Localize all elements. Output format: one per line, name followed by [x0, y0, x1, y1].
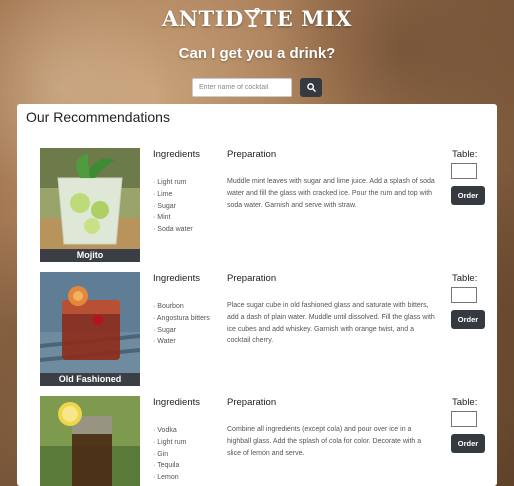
ingredient-item: · Lime — [153, 190, 173, 198]
ingredients-heading: Ingredients — [153, 397, 201, 408]
order-button[interactable]: Order — [451, 310, 485, 329]
ingredients-heading: Ingredients — [153, 273, 201, 284]
table-label: Table: — [452, 149, 478, 160]
ingredient-item: · Vodka — [153, 427, 177, 434]
preparation-heading: Preparation — [227, 273, 277, 284]
ingredient-item: · Angostura bitters — [153, 314, 210, 322]
search-icon — [306, 80, 316, 95]
preparation-heading: Preparation — [227, 397, 277, 408]
ingredients-list: · Light rum · Lime · Sugar · Mint · Soda… — [153, 177, 213, 236]
drink-photo[interactable] — [40, 396, 140, 486]
table-label: Table: — [452, 397, 478, 408]
preparation-heading: Preparation — [227, 149, 277, 160]
ingredient-item: · Lemon — [153, 474, 179, 482]
recommendations-panel: Our Recommendations Mojito Ingredients P… — [17, 104, 497, 486]
logo-text-end: TE MIX — [260, 6, 352, 31]
table-label: Table: — [452, 273, 478, 284]
cocktail-glass-icon — [243, 7, 261, 33]
search-bar — [192, 78, 322, 97]
ingredient-item: · Water — [153, 338, 176, 346]
drink-photo[interactable]: Mojito — [40, 148, 140, 262]
ingredient-item: · Light rum — [153, 438, 187, 446]
tagline: Can I get you a drink? — [178, 45, 336, 62]
table-number-input[interactable] — [451, 287, 477, 303]
drink-card: Old Fashioned Ingredients Preparation Ta… — [17, 272, 497, 390]
logo-text-start: ANTID — [162, 6, 244, 31]
long-island-image — [40, 396, 140, 486]
ingredient-item: · Gin — [153, 450, 169, 458]
search-button[interactable] — [300, 78, 322, 97]
ingredient-item: · Light rum — [153, 179, 187, 186]
ingredient-item: · Soda water — [153, 226, 193, 234]
ingredient-item: · Tequila — [153, 462, 180, 470]
search-input[interactable] — [192, 78, 292, 97]
order-button[interactable]: Order — [451, 434, 485, 453]
ingredient-item: · Mint — [153, 214, 171, 222]
order-button[interactable]: Order — [451, 186, 485, 205]
ingredient-item: · Bourbon — [153, 303, 184, 310]
ingredient-item: · Sugar — [153, 202, 176, 210]
drink-card: Mojito Ingredients Preparation Table: · … — [17, 148, 497, 266]
site-logo: ANTID TE MIX — [0, 6, 514, 33]
drink-name: Mojito — [40, 249, 140, 262]
preparation-text: Combine all ingredients (except cola) an… — [227, 426, 422, 457]
section-title: Our Recommendations — [26, 109, 170, 125]
drink-name: Old Fashioned — [40, 373, 140, 386]
preparation-text: Muddle mint leaves with sugar and lime j… — [227, 178, 435, 209]
ingredient-item: · Sugar — [153, 326, 176, 334]
preparation-text: Place sugar cube in old fashioned glass … — [227, 302, 435, 345]
mojito-image — [40, 148, 140, 250]
ingredients-list: · Bourbon · Angostura bitters · Sugar · … — [153, 301, 213, 348]
old-fashioned-image — [40, 272, 140, 374]
table-number-input[interactable] — [451, 411, 477, 427]
ingredients-list: · Vodka · Light rum · Gin · Tequila · Le… — [153, 425, 213, 484]
ingredients-heading: Ingredients — [153, 149, 201, 160]
drink-card: Ingredients Preparation Table: · Vodka ·… — [17, 396, 497, 486]
site-header: ANTID TE MIX Can I get you a drink? — [0, 0, 514, 104]
table-number-input[interactable] — [451, 163, 477, 179]
drink-photo[interactable]: Old Fashioned — [40, 272, 140, 386]
